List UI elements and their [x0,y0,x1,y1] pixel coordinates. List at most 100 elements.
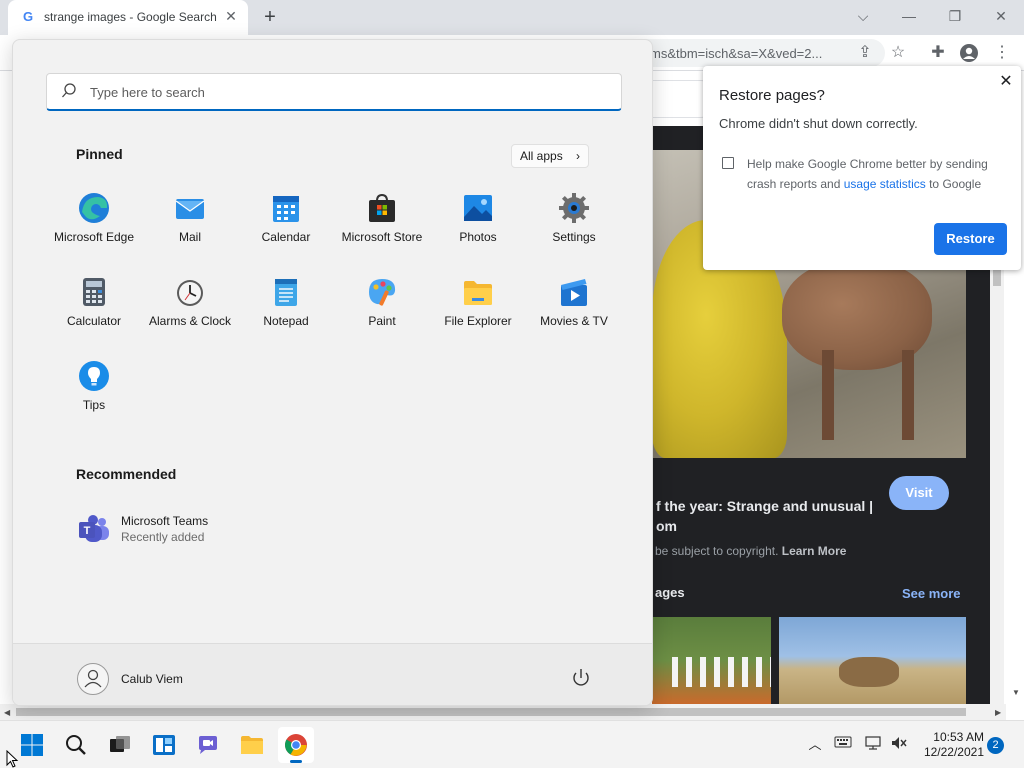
related-thumbnail[interactable] [652,617,771,704]
minimize-button[interactable]: — [897,6,921,26]
app-label: Microsoft Edge [53,230,135,244]
address-bar[interactable]: ms&tbm=isch&sa=X&ved=2... [640,39,885,67]
app-label: Tips [82,398,106,412]
recommended-item-teams[interactable]: T Microsoft Teams Recently added [76,510,276,550]
crash-report-checkbox[interactable] [722,157,734,169]
taskbar-search-button[interactable] [58,727,94,763]
app-label: Notepad [263,314,309,328]
show-hidden-icons-chevron-icon[interactable]: ︿ [805,735,825,755]
app-label: Calendar [261,230,311,244]
pinned-app-notepad[interactable]: Notepad [238,276,334,354]
recommended-heading: Recommended [76,466,177,482]
network-icon[interactable] [863,735,883,755]
recommended-name: Microsoft Teams [121,514,209,528]
thumbnail-antelope [839,657,899,687]
learn-more-link[interactable]: Learn More [782,544,847,558]
pinned-app-movies-tv[interactable]: Movies & TV [526,276,622,354]
active-indicator [290,760,302,763]
clock-icon [177,280,203,306]
see-more-link[interactable]: See more [902,586,961,601]
taskbar: ︿ 10:53 AM 12/22/2021 2 [0,720,1024,768]
scroll-left-arrow-icon[interactable]: ◀ [4,708,10,717]
task-view-icon [110,736,130,752]
widgets-button[interactable] [146,727,182,763]
calendar-icon [273,196,299,222]
scroll-right-arrow-icon[interactable]: ▶ [995,708,1001,717]
share-icon[interactable]: ⇪ [853,41,877,65]
taskbar-clock[interactable]: 10:53 AM 12/22/2021 [918,730,984,760]
file-explorer-button[interactable] [234,727,270,763]
tab-search-chevron-icon[interactable]: ⌵ [851,6,875,26]
scroll-down-arrow-icon[interactable]: ▼ [1012,688,1020,697]
clock-date: 12/22/2021 [923,745,984,759]
mail-icon [175,199,205,219]
restore-window-button[interactable]: ❐ [943,6,967,26]
dialog-close-icon[interactable]: ✕ [996,72,1016,92]
chat-button[interactable] [190,727,226,763]
settings-icon [559,193,589,223]
widgets-icon [153,735,175,755]
browser-tab[interactable]: G strange images - Google Search ✕ [8,0,248,35]
dialog-message: Chrome didn't shut down correctly. [719,116,918,131]
scrollbar-thumb[interactable] [16,708,966,716]
google-favicon-icon: G [22,9,34,24]
related-thumbnail[interactable] [779,617,966,704]
tips-icon [79,361,109,391]
checkbox-text-end: to Google [925,177,982,191]
image-calf-leg [902,350,914,440]
restore-button[interactable]: Restore [934,223,1007,255]
pinned-app-alarms-clock[interactable]: Alarms & Clock [142,276,238,354]
pinned-app-calculator[interactable]: Calculator [46,276,142,354]
user-name[interactable]: Calub Viem [121,672,183,686]
pinned-app-file-explorer[interactable]: File Explorer [430,276,526,354]
tab-close-icon[interactable]: ✕ [222,7,240,25]
power-icon[interactable] [569,666,593,690]
usage-statistics-link[interactable]: usage statistics [844,177,926,191]
dialog-title: Restore pages? [719,87,825,104]
start-search-input[interactable]: Type here to search [46,73,622,111]
pinned-app-paint[interactable]: Paint [334,276,430,354]
search-icon [62,83,76,98]
pinned-app-settings[interactable]: Settings [526,192,622,270]
checkbox-label: Help make Google Chrome better by sendin… [747,154,1007,194]
folder-icon [464,281,492,305]
chrome-menu-icon[interactable]: ⋮ [990,41,1014,65]
new-tab-button[interactable]: + [258,6,282,30]
all-apps-label: All apps [520,149,563,163]
pinned-app-photos[interactable]: Photos [430,192,526,270]
result-title[interactable]: f the year: Strange and unusual | om [656,496,881,536]
app-label: Settings [552,230,596,244]
image-calf-leg [822,350,834,440]
user-avatar-icon[interactable] [77,663,109,695]
keyboard-icon[interactable] [833,735,853,755]
extensions-puzzle-icon[interactable]: ✚ [926,41,950,65]
horizontal-scrollbar[interactable] [0,704,1006,720]
address-url: ms&tbm=isch&sa=X&ved=2... [650,46,823,61]
pinned-app-mail[interactable]: Mail [142,192,238,270]
chrome-icon [285,734,307,756]
volume-muted-icon[interactable] [889,735,909,755]
chat-icon [199,736,217,754]
task-view-button[interactable] [102,727,138,763]
notification-badge[interactable]: 2 [987,737,1004,754]
bookmark-star-icon[interactable]: ☆ [886,41,910,65]
pinned-app-edge[interactable]: Microsoft Edge [46,192,142,270]
visit-button[interactable]: Visit [889,476,949,510]
chrome-taskbar-button[interactable] [278,727,314,763]
pinned-app-tips[interactable]: Tips [46,360,142,438]
thumbnail-fence [672,657,771,687]
all-apps-button[interactable]: All apps › [511,144,589,168]
app-label: Alarms & Clock [148,314,231,328]
close-window-button[interactable]: ✕ [989,6,1013,26]
photos-icon [464,195,492,221]
pinned-app-calendar[interactable]: Calendar [238,192,334,270]
app-label: Mail [178,230,201,244]
paint-icon [369,279,396,306]
recommended-subtitle: Recently added [121,530,205,544]
pinned-app-microsoft-store[interactable]: Microsoft Store [334,192,430,270]
app-label: Paint [368,314,396,328]
tab-title: strange images - Google Search [44,10,217,24]
app-label: Movies & TV [540,314,608,328]
svg-text:T: T [84,525,91,537]
profile-avatar-icon[interactable] [957,41,981,65]
